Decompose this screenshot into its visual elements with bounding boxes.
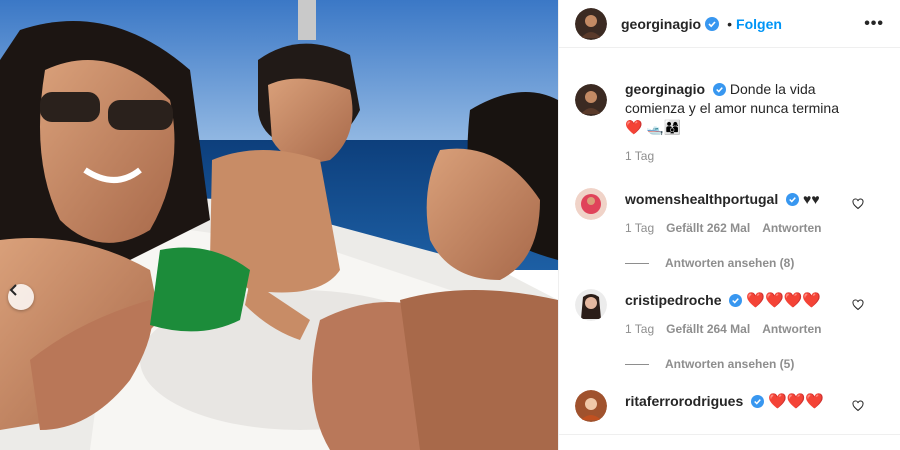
comment-username[interactable]: cristipedroche xyxy=(625,292,721,308)
comment-time[interactable]: 1 Tag xyxy=(625,219,654,238)
more-options-icon[interactable]: ••• xyxy=(864,15,884,33)
comments-list: georginagio Donde la vida comienza y el … xyxy=(559,48,900,422)
post-header: georginagio • Folgen ••• xyxy=(559,0,900,48)
verified-icon xyxy=(786,193,800,206)
verified-icon xyxy=(729,294,743,307)
heart-outline-icon[interactable] xyxy=(852,198,864,210)
action-bar xyxy=(559,434,900,450)
carousel-prev-button[interactable] xyxy=(8,284,34,310)
verified-icon xyxy=(705,16,720,31)
comment-meta: 1 Tag Gefällt 262 Mal Antworten xyxy=(625,219,854,238)
comment-username[interactable]: womenshealthportugal xyxy=(625,191,778,207)
comment-text: ♥♥ xyxy=(803,191,820,207)
view-replies-button[interactable]: Antworten ansehen (5) xyxy=(625,355,854,374)
post-photo[interactable] xyxy=(0,0,558,450)
post-viewer: georginagio • Folgen ••• georginagio Don xyxy=(0,0,900,450)
comment-likes[interactable]: Gefällt 262 Mal xyxy=(666,219,750,238)
comment: ritaferrorodrigues ❤️❤️❤️ xyxy=(575,390,884,422)
comment-avatar[interactable] xyxy=(575,390,607,422)
post-side-panel: georginagio • Folgen ••• georginagio Don xyxy=(558,0,900,450)
caption-username[interactable]: georginagio xyxy=(625,81,705,97)
photo-image xyxy=(0,0,558,450)
verified-icon xyxy=(713,83,727,96)
comment-text: ❤️❤️❤️ xyxy=(768,393,825,410)
view-replies-button[interactable]: Antworten ansehen (8) xyxy=(625,254,854,273)
replies-divider xyxy=(625,364,649,365)
heart-outline-icon[interactable] xyxy=(852,299,864,311)
view-replies-label: Antworten ansehen (5) xyxy=(665,357,795,371)
follow-button[interactable]: Folgen xyxy=(736,16,782,32)
reply-button[interactable]: Antworten xyxy=(762,219,821,238)
comment-time[interactable]: 1 Tag xyxy=(625,320,654,339)
comment-avatar[interactable] xyxy=(575,289,607,321)
caption-avatar[interactable] xyxy=(575,84,607,116)
replies-divider xyxy=(625,263,649,264)
heart-outline-icon[interactable] xyxy=(852,400,864,412)
separator-dot: • xyxy=(727,15,733,32)
comment-likes[interactable]: Gefällt 264 Mal xyxy=(666,320,750,339)
comment-text: ❤️❤️❤️❤️ xyxy=(746,292,821,309)
author-avatar[interactable] xyxy=(575,7,607,40)
caption-meta: 1 Tag xyxy=(625,147,854,166)
comment: cristipedroche ❤️❤️❤️❤️ 1 Tag Gefällt 26… xyxy=(575,289,884,374)
comment-avatar[interactable] xyxy=(575,188,607,220)
reply-button[interactable]: Antworten xyxy=(762,320,821,339)
verified-icon xyxy=(751,395,765,408)
comment-username[interactable]: ritaferrorodrigues xyxy=(625,393,743,409)
caption: georginagio Donde la vida comienza y el … xyxy=(575,81,884,166)
view-replies-label: Antworten ansehen (8) xyxy=(665,256,795,270)
chevron-left-icon xyxy=(9,284,17,296)
caption-time[interactable]: 1 Tag xyxy=(625,147,654,166)
comment: womenshealthportugal ♥♥ 1 Tag Gefällt 26… xyxy=(575,188,884,273)
author-username[interactable]: georginagio xyxy=(621,16,701,32)
comment-meta: 1 Tag Gefällt 264 Mal Antworten xyxy=(625,320,854,339)
